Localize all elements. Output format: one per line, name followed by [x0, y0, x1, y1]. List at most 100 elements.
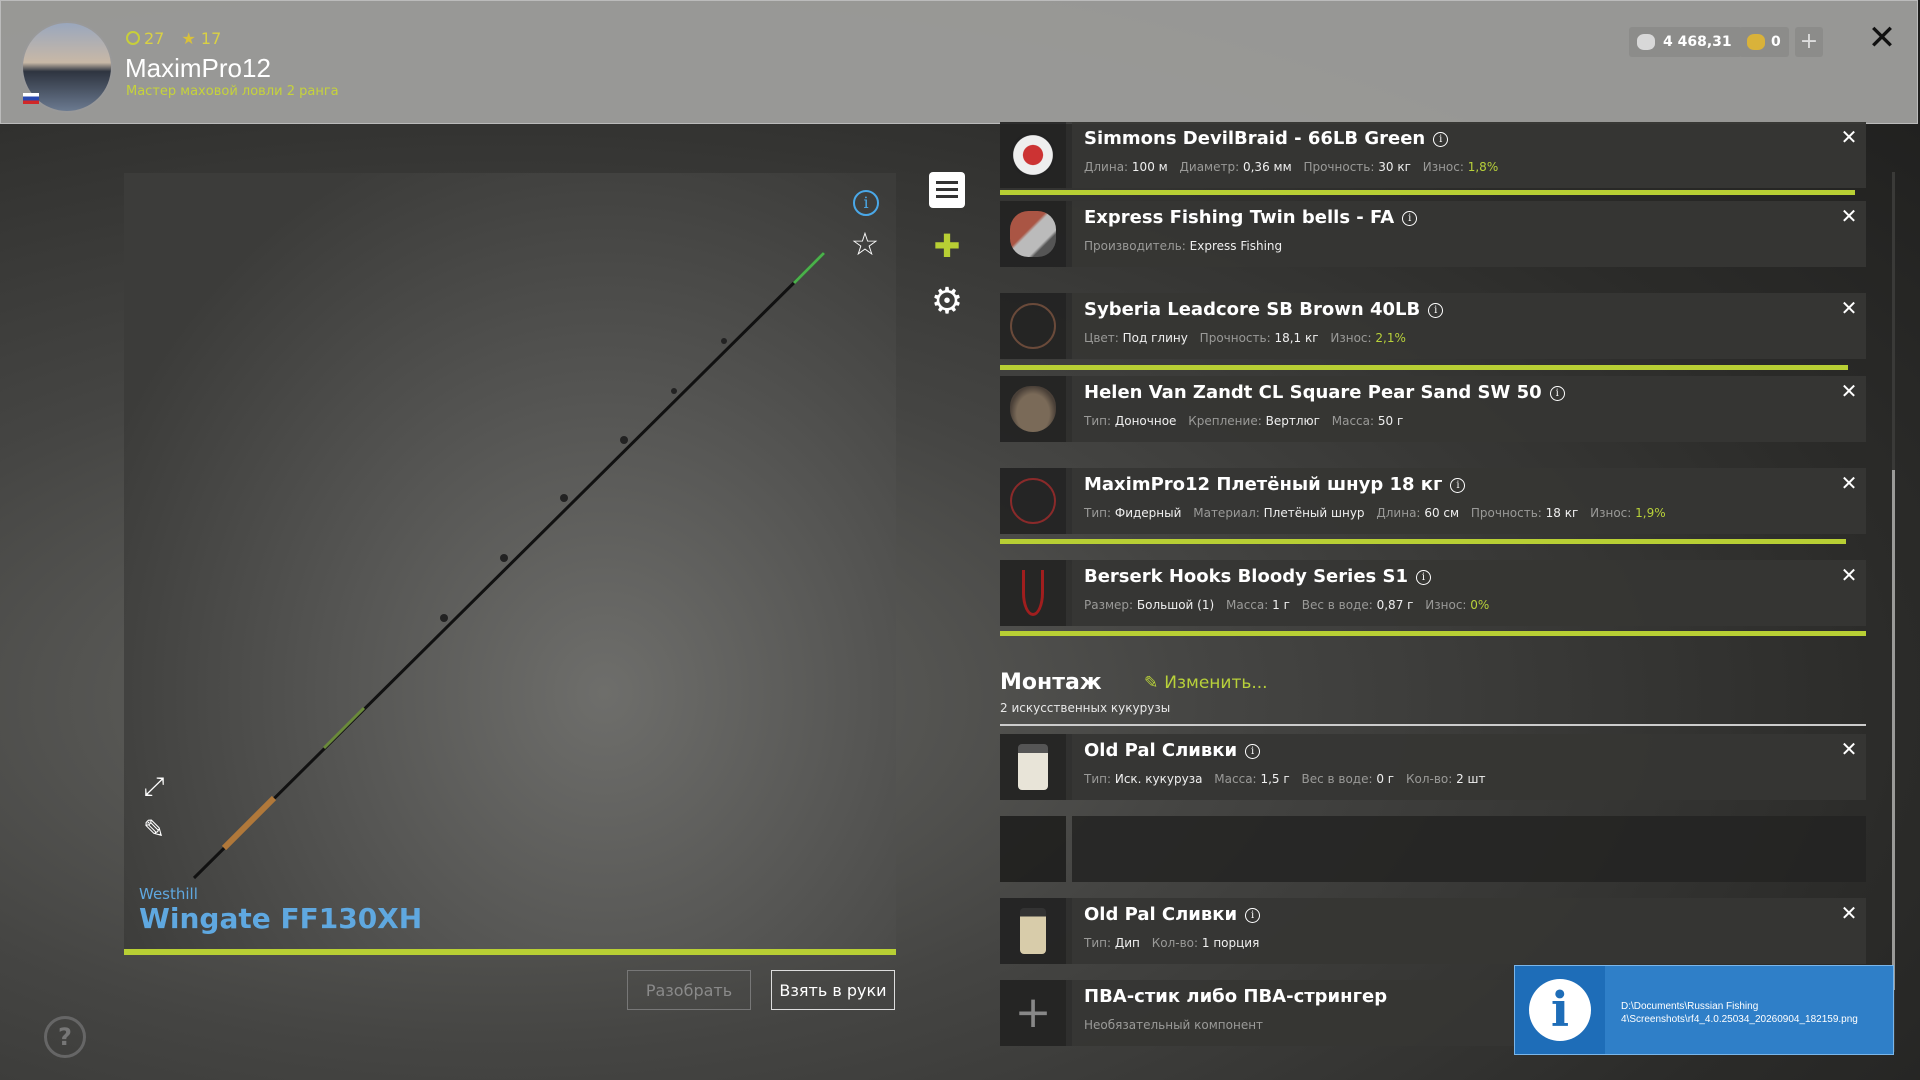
flag-icon: [23, 93, 39, 104]
item-props: Производитель: Express Fishing: [1084, 239, 1290, 253]
item-name: Express Fishing Twin bells - FA i: [1084, 207, 1418, 228]
item-name: Simmons DevilBraid - 66LB Green i: [1084, 128, 1449, 149]
edit-icon: ✎: [1144, 673, 1159, 693]
pva-name: ПВА-стик либо ПВА-стрингер: [1084, 986, 1388, 1007]
tackle-item-leadcore[interactable]: Syberia Leadcore SB Brown 40LB i Цвет: По…: [1000, 293, 1866, 359]
silver-value: 4 468,31: [1663, 34, 1732, 50]
help-icon[interactable]: ?: [44, 1016, 86, 1058]
empty-thumbnail: [1000, 816, 1066, 882]
wear-value: 2,1%: [1375, 331, 1406, 345]
item-props: Размер: Большой (1) Масса: 1 г Вес в вод…: [1084, 598, 1489, 612]
item-name: MaximPro12 Плетёный шнур 18 кг i: [1084, 474, 1466, 495]
prop-label: Диаметр:: [1179, 160, 1240, 174]
puzzle-icon[interactable]: ✚: [929, 228, 965, 264]
take-in-hands-button[interactable]: Взять в руки: [771, 970, 895, 1010]
scrollbar-thumb[interactable]: [1892, 470, 1895, 990]
remove-icon[interactable]: ✕: [1840, 381, 1858, 401]
pva-note: Необязательный компонент: [1084, 1018, 1264, 1032]
prop-label: Размер:: [1084, 598, 1134, 612]
prop-label: Тип:: [1084, 506, 1112, 520]
screenshot-toast: i D:\Documents\Russian Fishing 4\Screens…: [1514, 965, 1894, 1055]
tackle-item-sinker[interactable]: Helen Van Zandt CL Square Pear Sand SW 5…: [1000, 376, 1866, 442]
remove-icon[interactable]: ✕: [1840, 473, 1858, 493]
montage-title: Монтаж: [1000, 670, 1102, 695]
tackle-item-leader[interactable]: MaximPro12 Плетёный шнур 18 кг i Тип: Фид…: [1000, 468, 1866, 534]
bait-item[interactable]: Old Pal Сливки i Тип: Иск. кукуруза Масса…: [1000, 734, 1866, 800]
item-name-text: Simmons DevilBraid - 66LB Green: [1084, 128, 1426, 149]
info-icon: i: [1515, 966, 1605, 1054]
sinker-image: [1010, 386, 1056, 432]
prop-label: Крепление:: [1188, 414, 1262, 428]
remove-icon[interactable]: ✕: [1840, 127, 1858, 147]
gear-icon[interactable]: ⚙: [929, 284, 965, 320]
prop-label: Цвет:: [1084, 331, 1119, 345]
leadcore-image: [1010, 303, 1056, 349]
tackle-item-hook[interactable]: Berserk Hooks Bloody Series S1 i Размер: …: [1000, 560, 1866, 626]
remove-icon[interactable]: ✕: [1840, 903, 1858, 923]
wear-bar: [1000, 190, 1855, 195]
info-icon[interactable]: i: [1402, 211, 1418, 226]
item-thumbnail: [1000, 468, 1066, 534]
prop-label: Прочность:: [1199, 331, 1271, 345]
gold-coin-icon: [1747, 34, 1765, 50]
expand-icon[interactable]: ⤢: [139, 772, 169, 802]
info-icon[interactable]: i: [1433, 132, 1449, 147]
empty-slot[interactable]: [1000, 816, 1866, 882]
gold-value: 0: [1771, 34, 1781, 50]
close-icon[interactable]: ✕: [1865, 21, 1899, 55]
remove-icon[interactable]: ✕: [1840, 298, 1858, 318]
item-props: Тип: Иск. кукуруза Масса: 1,5 г Вес в во…: [1084, 772, 1494, 786]
info-icon[interactable]: i: [1549, 386, 1565, 401]
rod-name: Wingate FF130XH: [139, 902, 423, 935]
tackle-item-feeder[interactable]: Express Fishing Twin bells - FA i Произво…: [1000, 201, 1866, 267]
item-name-text: Express Fishing Twin bells - FA: [1084, 207, 1395, 228]
prop-value: Плетёный шнур: [1263, 506, 1365, 520]
info-icon[interactable]: i: [1450, 478, 1466, 493]
prop-value: Вертлюг: [1265, 414, 1320, 428]
doc-icon[interactable]: [929, 172, 965, 208]
profile-header: 27 ★ 17 MaximPro12 Мастер маховой ловли …: [0, 0, 1918, 124]
item-thumbnail: [1000, 201, 1066, 267]
level-value: 27: [144, 29, 165, 48]
level-stars: 27 ★ 17: [126, 29, 221, 48]
stars-value: 17: [200, 29, 222, 48]
prop-label: Масса:: [1214, 772, 1257, 786]
level-icon: [126, 31, 140, 45]
info-icon[interactable]: i: [1428, 303, 1444, 318]
prop-value: Фидерный: [1114, 506, 1182, 520]
info-icon[interactable]: i: [1245, 908, 1261, 923]
info-icon[interactable]: i: [853, 190, 879, 216]
line-spool-image: [1010, 132, 1056, 178]
edit-montage-link[interactable]: ✎ Изменить...: [1144, 673, 1268, 693]
wear-value: 0%: [1470, 598, 1490, 612]
prop-value: 1,5 г: [1260, 772, 1290, 786]
item-props: Тип: Доночное Крепление: Вертлюг Масса: …: [1084, 414, 1411, 428]
dip-bottle-image: [1020, 908, 1046, 954]
tackle-item-line[interactable]: Simmons DevilBraid - 66LB Green i Длина: …: [1000, 122, 1866, 188]
edit-icon[interactable]: ✎: [139, 815, 169, 845]
favorite-star-icon[interactable]: ☆: [849, 228, 881, 260]
remove-icon[interactable]: ✕: [1840, 739, 1858, 759]
item-thumbnail: [1000, 734, 1066, 800]
info-icon[interactable]: i: [1416, 570, 1431, 585]
info-icon[interactable]: i: [1245, 744, 1261, 759]
item-thumbnail: [1000, 376, 1066, 442]
item-name: Berserk Hooks Bloody Series S1 i: [1084, 566, 1431, 587]
wear-label: Износ:: [1330, 331, 1372, 345]
item-props: Тип: Фидерный Материал: Плетёный шнур Дл…: [1084, 506, 1666, 520]
prop-value: 18,1 кг: [1274, 331, 1319, 345]
add-currency-button[interactable]: +: [1795, 27, 1823, 57]
remove-icon[interactable]: ✕: [1840, 206, 1858, 226]
gold-balance: 0: [1739, 27, 1789, 57]
remove-icon[interactable]: ✕: [1840, 565, 1858, 585]
disassemble-button[interactable]: Разобрать: [627, 970, 751, 1010]
prop-label: Длина:: [1084, 160, 1129, 174]
item-name-text: Berserk Hooks Bloody Series S1: [1084, 566, 1408, 587]
player-rank: Мастер маховой ловли 2 ранга: [126, 84, 339, 99]
toast-path: D:\Documents\Russian Fishing 4\Screensho…: [1621, 1001, 1858, 1025]
item-name-text: MaximPro12 Плетёный шнур 18 кг: [1084, 474, 1443, 495]
item-name: Helen Van Zandt CL Square Pear Sand SW 5…: [1084, 382, 1565, 403]
dip-item[interactable]: Old Pal Сливки i Тип: Дип Кол-во: 1 порци…: [1000, 898, 1866, 964]
plus-icon[interactable]: +: [1000, 980, 1066, 1046]
wear-bar: [1000, 539, 1846, 544]
